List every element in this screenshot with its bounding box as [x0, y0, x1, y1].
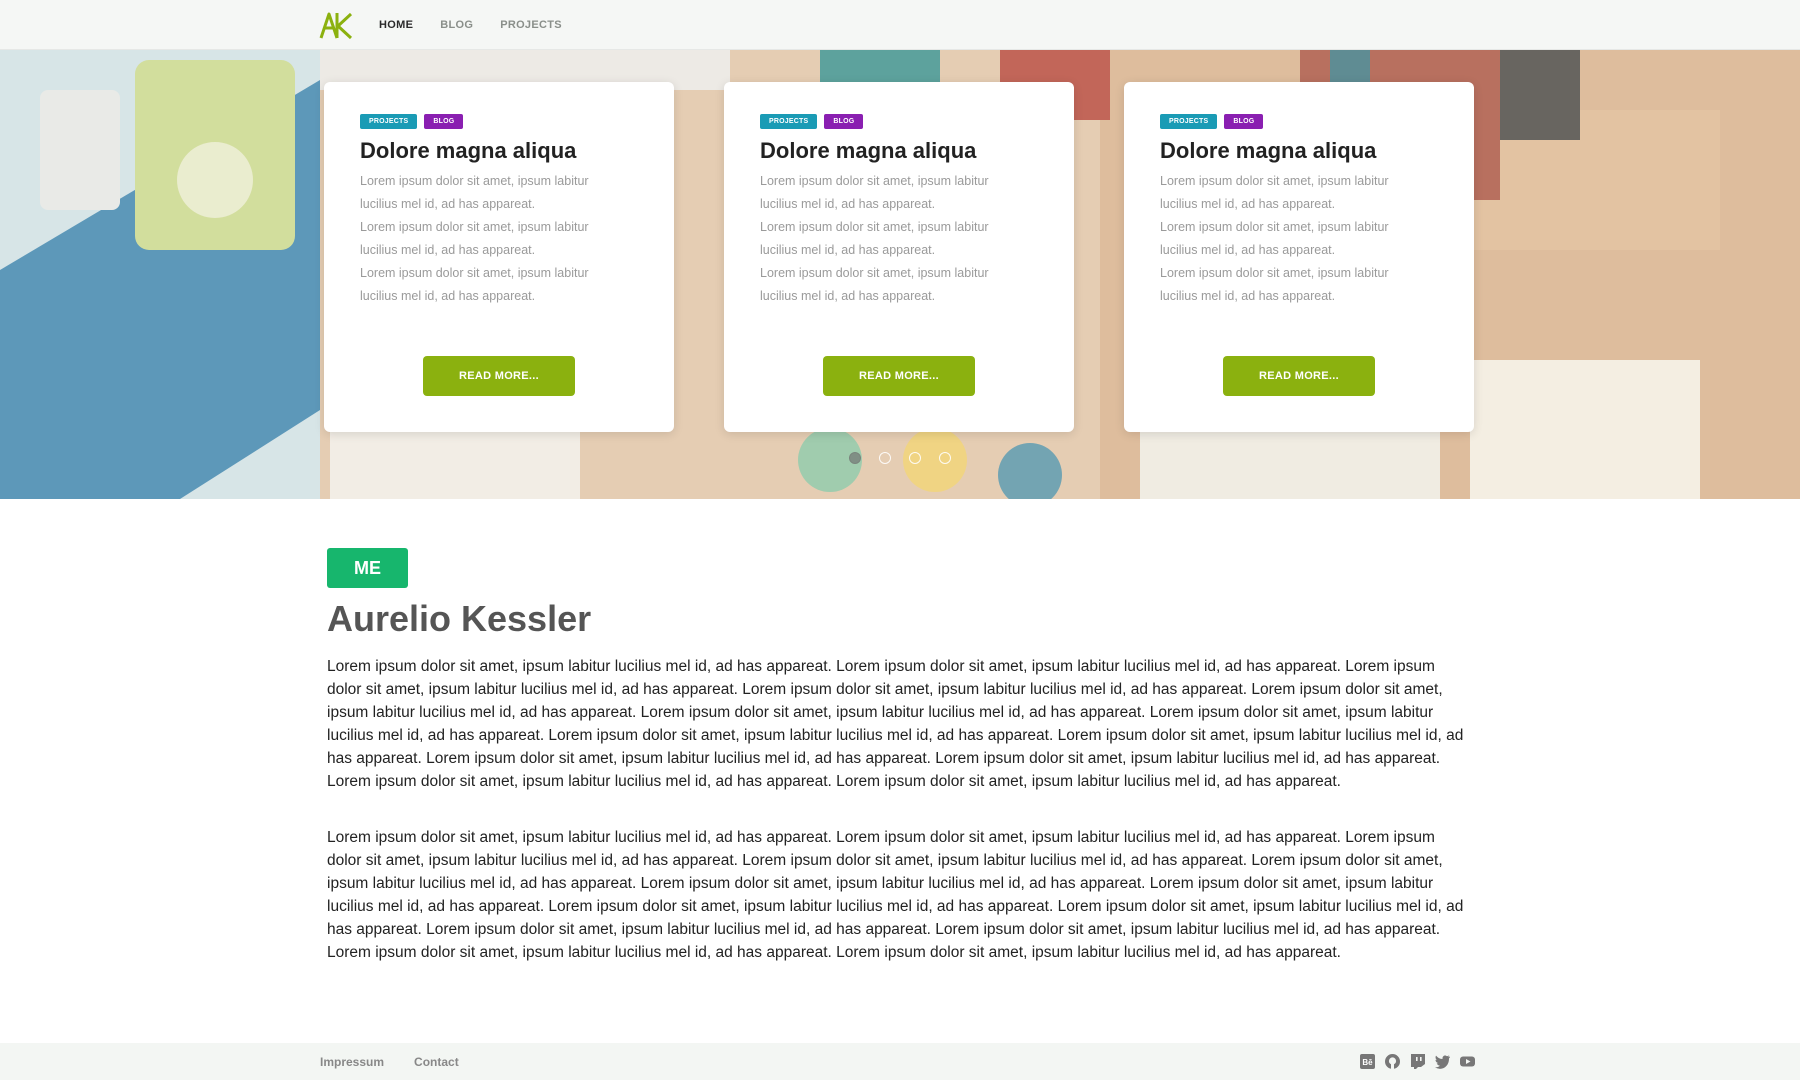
- excerpt-line: lucilius mel id, ad has appareat.: [1160, 197, 1336, 211]
- read-more-button[interactable]: READ MORE...: [423, 356, 575, 396]
- carousel-dot-2[interactable]: [879, 452, 891, 464]
- excerpt-line: Lorem ipsum dolor sit amet, ipsum labitu…: [760, 174, 989, 188]
- carousel-dot-4[interactable]: [939, 452, 951, 464]
- excerpt-line: lucilius mel id, ad has appareat.: [1160, 243, 1336, 257]
- excerpt-line: Lorem ipsum dolor sit amet, ipsum labitu…: [760, 220, 989, 234]
- excerpt-line: lucilius mel id, ad has appareat.: [360, 197, 536, 211]
- card-title: Dolore magna aliqua: [1160, 138, 1377, 163]
- excerpt-line: Lorem ipsum dolor sit amet, ipsum labitu…: [360, 266, 589, 280]
- tag-projects[interactable]: PROJECTS: [1160, 114, 1218, 129]
- card-title: Dolore magna aliqua: [360, 138, 577, 163]
- card-tags: PROJECTS BLOG: [760, 114, 864, 129]
- youtube-icon[interactable]: [1459, 1053, 1476, 1070]
- hero-carousel: PROJECTS BLOG Dolore magna aliqua Lorem …: [0, 50, 1800, 499]
- card-tags: PROJECTS BLOG: [360, 114, 464, 129]
- top-navbar: AK HOME BLOG PROJECTS: [0, 0, 1800, 50]
- nav-home[interactable]: HOME: [379, 19, 413, 31]
- tag-blog[interactable]: BLOG: [424, 114, 464, 129]
- nav-projects[interactable]: PROJECTS: [500, 19, 562, 31]
- excerpt-line: lucilius mel id, ad has appareat.: [360, 289, 536, 303]
- nav-blog[interactable]: BLOG: [440, 19, 473, 31]
- svg-text:Bē: Bē: [1362, 1058, 1373, 1067]
- post-card: PROJECTS BLOG Dolore magna aliqua Lorem …: [1124, 82, 1474, 432]
- carousel-dot-1[interactable]: [849, 452, 861, 464]
- post-card: PROJECTS BLOG Dolore magna aliqua Lorem …: [724, 82, 1074, 432]
- excerpt-line: lucilius mel id, ad has appareat.: [760, 243, 936, 257]
- excerpt-line: lucilius mel id, ad has appareat.: [1160, 289, 1336, 303]
- card-title: Dolore magna aliqua: [760, 138, 977, 163]
- excerpt-line: Lorem ipsum dolor sit amet, ipsum labitu…: [760, 266, 989, 280]
- excerpt-line: Lorem ipsum dolor sit amet, ipsum labitu…: [1160, 220, 1389, 234]
- carousel-dot-3[interactable]: [909, 452, 921, 464]
- post-card: PROJECTS BLOG Dolore magna aliqua Lorem …: [324, 82, 674, 432]
- card-tags: PROJECTS BLOG: [1160, 114, 1264, 129]
- twitter-icon[interactable]: [1434, 1053, 1451, 1070]
- footer: Impressum Contact Bē: [0, 1043, 1800, 1080]
- excerpt-line: Lorem ipsum dolor sit amet, ipsum labitu…: [360, 174, 589, 188]
- section-badge: ME: [327, 548, 408, 588]
- card-excerpt: Lorem ipsum dolor sit amet, ipsum labitu…: [360, 170, 620, 308]
- footer-link-contact[interactable]: Contact: [414, 1055, 459, 1069]
- tag-projects[interactable]: PROJECTS: [360, 114, 418, 129]
- about-paragraph: Lorem ipsum dolor sit amet, ipsum labitu…: [327, 658, 1464, 790]
- behance-icon[interactable]: Bē: [1359, 1053, 1376, 1070]
- card-excerpt: Lorem ipsum dolor sit amet, ipsum labitu…: [1160, 170, 1420, 308]
- card-excerpt: Lorem ipsum dolor sit amet, ipsum labitu…: [760, 170, 1020, 308]
- excerpt-line: lucilius mel id, ad has appareat.: [760, 289, 936, 303]
- read-more-button[interactable]: READ MORE...: [823, 356, 975, 396]
- excerpt-line: lucilius mel id, ad has appareat.: [360, 243, 536, 257]
- tag-projects[interactable]: PROJECTS: [760, 114, 818, 129]
- excerpt-line: Lorem ipsum dolor sit amet, ipsum labitu…: [1160, 174, 1389, 188]
- twitch-icon[interactable]: [1409, 1053, 1426, 1070]
- page-title: Aurelio Kessler: [327, 598, 592, 639]
- tag-blog[interactable]: BLOG: [1224, 114, 1264, 129]
- footer-link-impressum[interactable]: Impressum: [320, 1055, 384, 1069]
- read-more-button[interactable]: READ MORE...: [1223, 356, 1375, 396]
- carousel-indicators: [849, 452, 951, 464]
- tag-blog[interactable]: BLOG: [824, 114, 864, 129]
- excerpt-line: Lorem ipsum dolor sit amet, ipsum labitu…: [360, 220, 589, 234]
- social-links: Bē: [1359, 1053, 1476, 1070]
- github-icon[interactable]: [1384, 1053, 1401, 1070]
- about-paragraph: Lorem ipsum dolor sit amet, ipsum labitu…: [327, 829, 1464, 961]
- main-nav: HOME BLOG PROJECTS: [379, 0, 562, 50]
- footer-links: Impressum Contact: [320, 1043, 459, 1080]
- excerpt-line: Lorem ipsum dolor sit amet, ipsum labitu…: [1160, 266, 1389, 280]
- logo[interactable]: AK: [318, 9, 354, 41]
- excerpt-line: lucilius mel id, ad has appareat.: [760, 197, 936, 211]
